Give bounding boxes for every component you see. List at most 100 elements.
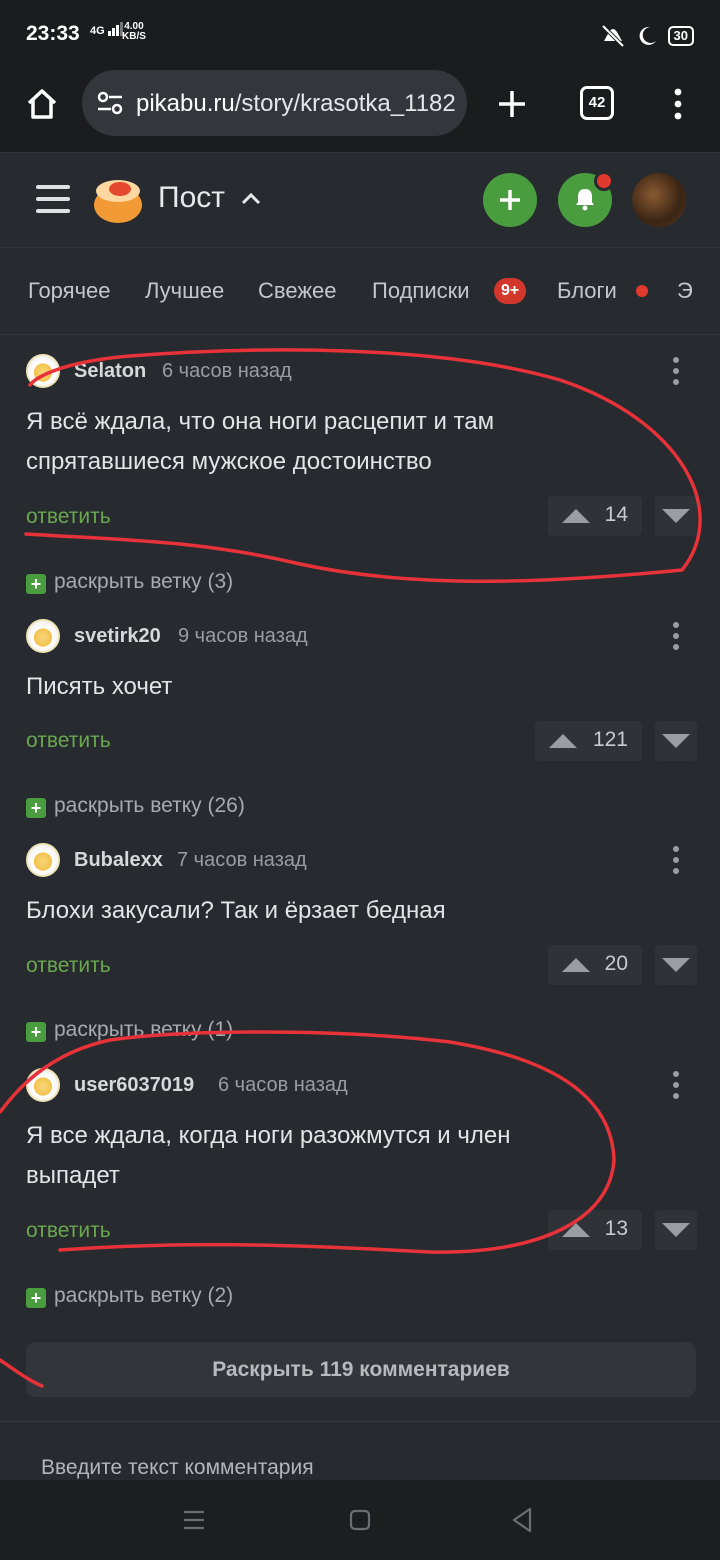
mute-icon [601, 24, 624, 48]
avatar[interactable] [26, 843, 60, 877]
browser-toolbar: pikabu.ru/story/krasotka_1182 42 [0, 64, 720, 152]
comment-author[interactable]: Selaton [74, 360, 146, 383]
comment-author[interactable]: user6037019 [74, 1074, 194, 1097]
expand-thread-label: раскрыть ветку (3) [54, 570, 234, 593]
expand-thread[interactable]: + раскрыть ветку (2) [26, 1284, 233, 1308]
comment-text: Я всё ждала, что она ноги расцепит и там… [26, 408, 495, 475]
comment-input[interactable]: Введите текст комментария [0, 1440, 720, 1480]
comment-text: Писять хочет [26, 673, 173, 700]
show-all-comments-button[interactable]: Раскрыть 119 комментариев [26, 1342, 696, 1397]
user-avatar[interactable] [632, 173, 686, 227]
reply-button[interactable]: ответить [26, 729, 111, 753]
avatar[interactable] [26, 619, 60, 653]
tab-more[interactable]: Э [677, 278, 693, 304]
plus-icon: + [26, 574, 46, 594]
plus-icon: + [26, 798, 46, 818]
upvote-button[interactable]: 14 [548, 496, 642, 536]
network-indicator: 4G [90, 22, 124, 37]
add-post-button[interactable] [483, 173, 537, 227]
page-title: Пост [158, 181, 225, 214]
home-icon[interactable] [24, 86, 60, 122]
tab-best[interactable]: Лучшее [145, 278, 224, 304]
feed-tabs: Горячее Лучшее Свежее Подписки 9+ Блоги … [0, 247, 720, 335]
tabs-icon[interactable]: 42 [580, 86, 614, 120]
expand-thread-label: раскрыть ветку (1) [54, 1018, 234, 1041]
arrow-up-icon [562, 509, 590, 523]
upvote-button[interactable]: 121 [535, 721, 642, 761]
rating: 13 [604, 1217, 628, 1240]
recents-icon[interactable] [182, 1509, 206, 1531]
tab-hot[interactable]: Горячее [28, 278, 111, 304]
plus-icon: + [26, 1022, 46, 1042]
divider [0, 1421, 720, 1422]
arrow-down-icon [662, 1223, 690, 1237]
arrow-up-icon [562, 1223, 590, 1237]
url-bar[interactable]: pikabu.ru/story/krasotka_1182 [82, 70, 467, 136]
arrow-down-icon [662, 734, 690, 748]
comment-time: 9 часов назад [178, 625, 308, 647]
back-icon[interactable] [510, 1507, 534, 1533]
avatar[interactable] [26, 1068, 60, 1102]
status-time: 23:33 [26, 22, 80, 45]
site-settings-icon[interactable] [96, 90, 124, 116]
arrow-down-icon [662, 509, 690, 523]
arrow-up-icon [562, 958, 590, 972]
comment-author[interactable]: Bubalexx [74, 849, 163, 872]
url-host: pikabu.ru [136, 90, 235, 117]
status-bar: 23:33 4G 4.00 KB/S 30 [0, 0, 720, 64]
tab-count: 42 [588, 94, 606, 111]
reply-button[interactable]: ответить [26, 505, 111, 529]
expand-thread-label: раскрыть ветку (26) [54, 794, 245, 817]
tab-fresh[interactable]: Свежее [258, 278, 337, 304]
moon-icon [639, 26, 656, 45]
upvote-button[interactable]: 20 [548, 945, 642, 985]
downvote-button[interactable] [655, 1210, 697, 1250]
reply-button[interactable]: ответить [26, 954, 111, 978]
comment-time: 6 часов назад [162, 360, 292, 382]
more-vert-icon[interactable] [662, 843, 690, 877]
url-text[interactable]: pikabu.ru/story/krasotka_1182 [136, 90, 456, 118]
arrow-down-icon [662, 958, 690, 972]
reply-button[interactable]: ответить [26, 1219, 111, 1243]
url-path: /story/krasotka_1182 [234, 90, 456, 117]
comment-time: 6 часов назад [218, 1074, 348, 1096]
system-nav-bar [0, 1480, 720, 1560]
chevron-up-icon[interactable] [240, 191, 262, 207]
network-type: 4G [90, 25, 105, 37]
expand-thread[interactable]: + раскрыть ветку (1) [26, 1018, 233, 1042]
rating: 20 [604, 952, 628, 975]
avatar[interactable] [26, 354, 60, 388]
notification-dot [594, 171, 614, 191]
downvote-button[interactable] [655, 721, 697, 761]
upvote-button[interactable]: 13 [548, 1210, 642, 1250]
comment-input-placeholder[interactable]: Введите текст комментария [41, 1456, 314, 1480]
menu-icon[interactable] [36, 183, 70, 215]
downvote-button[interactable] [655, 496, 697, 536]
blogs-dot [636, 285, 648, 297]
tab-subscriptions[interactable]: Подписки [372, 278, 470, 304]
comment-text: Блохи закусали? Так и ёрзает бедная [26, 897, 446, 924]
rating: 121 [592, 728, 628, 751]
more-vert-icon[interactable] [664, 86, 692, 122]
comment-time: 7 часов назад [177, 849, 307, 871]
downvote-button[interactable] [655, 945, 697, 985]
more-vert-icon[interactable] [662, 354, 690, 388]
rating: 14 [604, 503, 628, 526]
battery-indicator: 30 [667, 26, 694, 46]
pikabu-logo[interactable] [92, 175, 144, 225]
comment-text: Я все ждала, когда ноги разожмутся и чле… [26, 1122, 511, 1189]
subscriptions-badge: 9+ [494, 278, 527, 304]
comment-author[interactable]: svetirk20 [74, 625, 161, 648]
home-nav-icon[interactable] [349, 1509, 371, 1531]
arrow-up-icon [549, 734, 577, 748]
bell-icon [576, 189, 594, 211]
more-vert-icon[interactable] [662, 619, 690, 653]
expand-thread[interactable]: + раскрыть ветку (26) [26, 794, 245, 818]
more-vert-icon[interactable] [662, 1068, 690, 1102]
tab-blogs[interactable]: Блоги [557, 278, 617, 304]
plus-icon [500, 190, 520, 210]
expand-thread[interactable]: + раскрыть ветку (3) [26, 570, 233, 594]
plus-icon[interactable] [494, 86, 530, 122]
site-header: Пост [0, 152, 720, 247]
expand-thread-label: раскрыть ветку (2) [54, 1284, 234, 1307]
